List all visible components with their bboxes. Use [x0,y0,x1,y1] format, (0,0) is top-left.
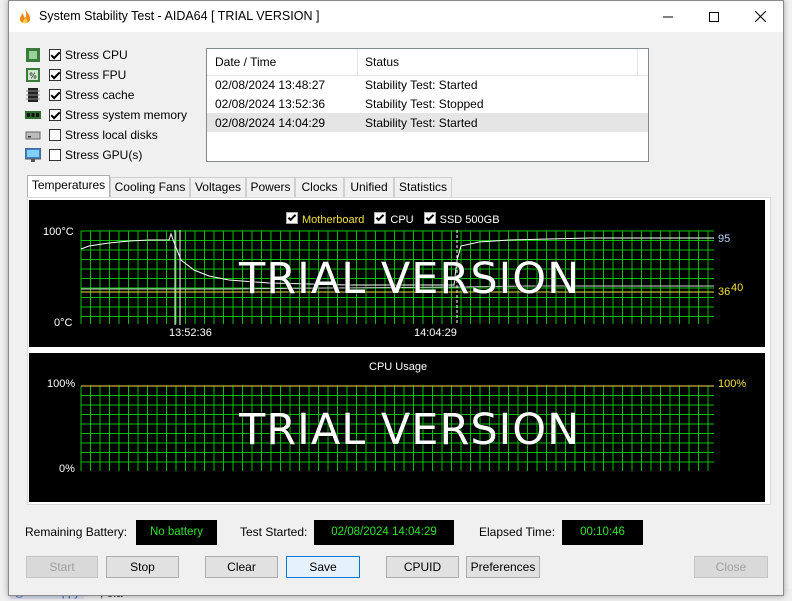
tab-temperatures[interactable]: Temperatures [27,175,110,197]
log-time: 02/08/2024 14:04:29 [215,116,326,130]
tab-unified[interactable]: Unified [344,177,394,197]
stop-button[interactable]: Stop [106,556,179,578]
preferences-button[interactable]: Preferences [466,556,540,578]
cpu-usage-value: 100% [718,378,747,390]
temp-axis-bottom-label: 0°C [54,317,73,329]
stress-gpu-row[interactable]: Stress GPU(s) [25,146,215,166]
stress-fpu-row[interactable]: % Stress FPU [25,66,215,86]
log-time: 02/08/2024 13:52:36 [215,97,326,111]
tab-cooling-fans[interactable]: Cooling Fans [110,177,190,197]
tab-clocks[interactable]: Clocks [295,177,344,197]
stress-cache-checkbox[interactable] [49,89,61,101]
disk-drive-icon [25,131,41,140]
save-button[interactable]: Save [286,556,360,578]
event-log-list[interactable]: Date / Time Status 02/08/2024 13:48:27 S… [206,48,649,162]
trial-watermark: TRIAL VERSION [239,254,581,304]
test-started-label: Test Started: [240,525,308,539]
start-button[interactable]: Start [26,556,98,578]
stress-disks-label: Stress local disks [65,128,158,142]
stress-fpu-label: Stress FPU [65,68,127,82]
log-column-datetime[interactable]: Date / Time [215,55,276,69]
legend-motherboard-label: Motherboard [302,214,365,226]
legend-motherboard-checkbox[interactable] [286,212,298,224]
cpu-axis-bottom-label: 0% [59,463,75,475]
elapsed-time-value: 00:10:46 [562,520,643,545]
stress-memory-label: Stress system memory [65,108,188,122]
close-icon [754,11,766,22]
elapsed-time-label: Elapsed Time: [479,525,556,539]
tab-voltages[interactable]: Voltages [190,177,246,197]
cpu-usage-graph: CPU Usage 100% 0% 100% TRIAL VERSION [29,353,765,502]
stress-fpu-checkbox[interactable] [49,69,61,81]
cpu-axis-top-label: 100% [47,378,76,390]
log-row-selected[interactable]: 02/08/2024 14:04:29 Stability Test: Star… [207,113,648,132]
stability-test-window: System Stability Test - AIDA64 [ TRIAL V… [8,0,784,596]
stress-cache-row[interactable]: Stress cache [25,86,215,106]
stress-cpu-label: Stress CPU [65,48,128,62]
stress-cpu-checkbox[interactable] [49,49,61,61]
log-status: Stability Test: Started [365,78,478,92]
legend-cpu-label: CPU [390,214,414,226]
log-row[interactable]: 02/08/2024 13:52:36 Stability Test: Stop… [207,94,648,113]
time-marker-label: 13:52:36 [169,327,212,339]
cpu-chip-icon [26,48,40,62]
column-divider [637,49,638,75]
minimize-button[interactable] [645,1,691,32]
battery-label: Remaining Battery: [25,525,128,539]
clear-button[interactable]: Clear [205,556,278,578]
stress-memory-row[interactable]: Stress system memory [25,106,215,126]
battery-value: No battery [136,520,217,545]
maximize-button[interactable] [691,1,737,32]
tab-powers[interactable]: Powers [246,177,295,197]
tab-panel: Motherboard CPU SSD 500GB 100°C 0°C 13:5… [27,197,771,505]
motherboard-temp-value: 36 [718,286,731,298]
legend-cpu[interactable]: CPU [374,211,414,226]
legend-cpu-checkbox[interactable] [374,212,387,224]
time-marker-label: 14:04:29 [414,327,457,339]
cache-chip-icon [26,88,40,102]
close-window-button[interactable] [737,1,783,32]
stress-disks-checkbox[interactable] [49,129,61,141]
test-started-value: 02/08/2024 14:04:29 [314,520,454,545]
legend-ssd-checkbox[interactable] [423,212,436,224]
column-divider [357,49,358,75]
temperature-graph: Motherboard CPU SSD 500GB 100°C 0°C 13:5… [29,200,765,347]
close-button[interactable]: Close [694,556,768,578]
log-column-status[interactable]: Status [365,55,399,69]
cpu-usage-title: CPU Usage [369,361,428,373]
stress-cpu-row[interactable]: Stress CPU [25,46,215,66]
fpu-chip-icon: % [26,68,40,82]
log-time: 02/08/2024 13:48:27 [215,78,326,92]
temp-axis-top-label: 100°C [43,226,74,238]
stress-gpu-checkbox[interactable] [49,149,61,161]
title-bar[interactable]: System Stability Test - AIDA64 [ TRIAL V… [9,1,783,32]
stress-cache-label: Stress cache [65,88,135,102]
log-status: Stability Test: Stopped [365,97,484,111]
minimize-icon [663,16,673,17]
cpu-temp-value: 95 [718,233,731,245]
gpu-monitor-icon [25,148,41,162]
stress-memory-checkbox[interactable] [49,109,61,121]
tab-statistics[interactable]: Statistics [394,177,452,197]
cpuid-button[interactable]: CPUID [386,556,459,578]
log-status: Stability Test: Started [365,116,478,130]
memory-module-icon [25,111,41,119]
log-header: Date / Time Status [207,49,648,76]
ssd-temp-value: 40 [731,282,744,294]
trial-watermark: TRIAL VERSION [239,405,581,455]
legend-motherboard[interactable]: Motherboard [286,211,364,226]
window-title: System Stability Test - AIDA64 [ TRIAL V… [39,9,320,23]
legend-ssd-label: SSD 500GB [439,214,500,226]
log-row[interactable]: 02/08/2024 13:48:27 Stability Test: Star… [207,75,648,94]
legend-ssd[interactable]: SSD 500GB [423,211,500,226]
svg-text:%: % [29,72,37,81]
temperature-legend: Motherboard CPU SSD 500GB [286,211,500,226]
flame-icon [19,9,31,24]
maximize-icon [709,11,719,22]
stress-gpu-label: Stress GPU(s) [65,148,143,162]
stress-disks-row[interactable]: Stress local disks [25,126,215,146]
